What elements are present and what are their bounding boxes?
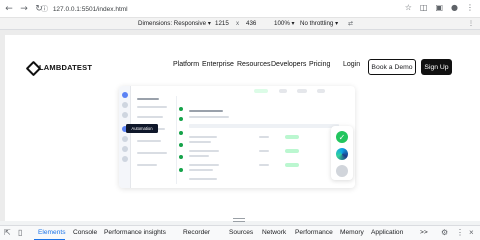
tab-recorder[interactable]: Recorder <box>183 229 210 236</box>
build-list-line <box>137 152 167 154</box>
tab-console[interactable]: Console <box>73 229 97 236</box>
test-cell-line <box>259 150 269 152</box>
browser-badges-card: ✓ <box>331 126 353 180</box>
hero-dashboard-illustration <box>119 86 355 188</box>
site-info-icon[interactable]: ⓘ <box>41 6 48 13</box>
test-meta-line <box>189 116 229 118</box>
address-bar[interactable]: ⓘ 127.0.0.1:5501/index.html <box>41 4 128 14</box>
test-row-line <box>189 178 217 180</box>
status-dot <box>179 131 183 135</box>
book-demo-button[interactable]: Book a Demo <box>368 59 416 75</box>
inspect-element-icon[interactable]: ⇱ <box>4 228 11 237</box>
build-list-line <box>137 116 163 118</box>
sign-up-button[interactable]: Sign Up <box>421 59 452 75</box>
sidebar-dot <box>122 146 128 152</box>
test-row-line <box>189 150 219 152</box>
tab-application[interactable]: Application <box>371 229 403 236</box>
status-dot <box>179 155 183 159</box>
build-list-line <box>137 164 157 166</box>
close-icon[interactable]: × <box>469 228 474 237</box>
test-row-line <box>189 141 211 143</box>
url-text: 127.0.0.1:5501/index.html <box>52 6 128 13</box>
test-row-line <box>189 155 209 157</box>
login-link[interactable]: Login <box>343 61 360 68</box>
checkmark-icon: ✓ <box>336 131 348 143</box>
sidebar-dot <box>122 112 128 118</box>
lambdatest-logo[interactable]: LAMBDATEST <box>27 62 92 72</box>
test-table-header <box>189 124 339 128</box>
forward-button[interactable]: → <box>18 3 30 15</box>
sidebar-dot <box>122 156 128 162</box>
passed-pill <box>285 135 299 139</box>
status-dot <box>179 117 183 121</box>
filter-tab <box>297 89 307 93</box>
rotate-icon[interactable]: ⇄ <box>348 20 353 27</box>
automation-tooltip: Automation <box>126 124 158 133</box>
nav-resources[interactable]: Resources <box>237 61 270 68</box>
ruler-left <box>0 30 5 221</box>
test-row-line <box>189 136 217 138</box>
nav-platform[interactable]: Platform <box>173 61 199 68</box>
nav-pricing[interactable]: Pricing <box>309 61 330 68</box>
lambdatest-logo-icon <box>27 62 37 72</box>
passed-pill <box>285 163 299 167</box>
edge-browser-icon <box>336 148 348 160</box>
browser-icon <box>336 165 348 177</box>
brand-name: LAMBDATEST <box>39 62 93 72</box>
resize-grip-icon[interactable] <box>233 218 245 222</box>
dashboard-build-list <box>133 96 177 184</box>
ruler-top <box>0 30 480 35</box>
split-view-icon[interactable]: ▣ <box>435 3 443 12</box>
sidebar-dot <box>122 102 128 108</box>
tab-network[interactable]: Network <box>262 229 286 236</box>
status-dot <box>179 107 183 111</box>
sidebar-dot <box>122 136 128 142</box>
build-list-line <box>137 106 167 108</box>
filter-tab <box>317 89 325 93</box>
back-button[interactable]: ← <box>3 3 15 15</box>
more-tabs-button[interactable]: >> <box>420 229 428 236</box>
tab-memory[interactable]: Memory <box>340 229 364 236</box>
devtools-more-icon[interactable]: ⋮ <box>456 228 464 237</box>
nav-developers[interactable]: Developers <box>271 61 306 68</box>
filter-tab <box>279 89 287 93</box>
test-row-line <box>189 164 219 166</box>
profile-icon[interactable]: ● <box>451 3 458 12</box>
height-input[interactable]: 436 <box>246 20 256 27</box>
browser-toolbar: ← → ↻ ⓘ 127.0.0.1:5501/index.html ☆ ◫ ▣ … <box>0 0 480 18</box>
device-toolbar: Dimensions: Responsive ▾ 1215 x 436 100%… <box>0 18 480 30</box>
device-toggle-icon[interactable]: ▯ <box>18 228 22 237</box>
devtools-tabbar: ⇱ ▯ Elements Console Performance insight… <box>0 225 480 240</box>
passed-pill <box>285 149 299 153</box>
nav-enterprise[interactable]: Enterprise <box>202 61 234 68</box>
filter-tab <box>254 89 268 93</box>
tab-sources[interactable]: Sources <box>229 229 253 236</box>
arrow-left-icon: ← <box>5 3 13 14</box>
device-more-icon[interactable]: ⋮ <box>468 20 474 27</box>
dashboard-sidebar <box>119 86 131 188</box>
build-list-line <box>137 98 159 100</box>
build-list-line <box>137 140 161 142</box>
width-input[interactable]: 1215 <box>215 20 229 27</box>
chrome-actions: ☆ ◫ ▣ ● ⋮ <box>405 3 474 12</box>
times-sign: x <box>236 20 240 27</box>
throttling-dropdown[interactable]: No throttling ▾ <box>300 20 338 27</box>
test-title-line <box>189 110 223 112</box>
arrow-right-icon: → <box>20 3 28 14</box>
menu-icon[interactable]: ⋮ <box>466 3 474 12</box>
tab-performance-insights[interactable]: Performance insights <box>104 229 166 236</box>
test-cell-line <box>259 136 269 138</box>
dimensions-dropdown[interactable]: Dimensions: Responsive ▾ <box>138 20 211 27</box>
settings-icon[interactable]: ⚙ <box>441 228 448 237</box>
test-row-line <box>189 169 213 171</box>
sidebar-dot <box>122 92 128 98</box>
status-dot <box>179 168 183 172</box>
tab-performance[interactable]: Performance <box>295 229 333 236</box>
extensions-icon[interactable]: ◫ <box>420 3 428 12</box>
test-cell-line <box>259 164 269 166</box>
tab-elements[interactable]: Elements <box>38 229 66 236</box>
star-icon[interactable]: ☆ <box>405 3 412 12</box>
zoom-dropdown[interactable]: 100% ▾ <box>274 20 295 27</box>
status-dot <box>179 143 183 147</box>
